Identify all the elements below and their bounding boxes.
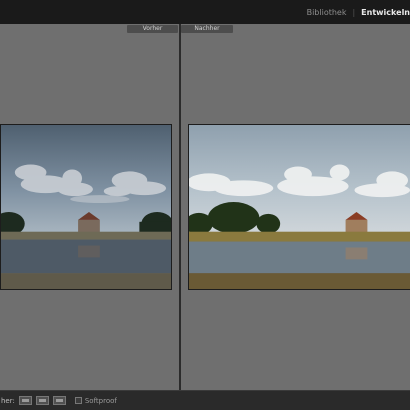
before-photo[interactable] bbox=[0, 124, 172, 290]
after-photo[interactable] bbox=[188, 124, 410, 290]
before-pane: Vorher bbox=[0, 24, 179, 390]
softproof-checkbox[interactable] bbox=[74, 397, 82, 404]
after-pane: Nachher bbox=[181, 24, 410, 390]
view-top-bottom-icon[interactable] bbox=[35, 396, 49, 405]
bottom-toolbar: her: Softproof bbox=[0, 390, 410, 410]
module-nav: Bibliothek | Entwickeln bbox=[307, 0, 410, 24]
after-label: Nachher bbox=[181, 25, 233, 33]
before-label: Vorher bbox=[127, 25, 178, 33]
module-library[interactable]: Bibliothek bbox=[307, 8, 347, 17]
before-image bbox=[1, 125, 171, 289]
view-left-right-icon[interactable] bbox=[18, 396, 32, 405]
view-mode-label: her: bbox=[1, 396, 15, 405]
compare-view: Vorher Nachher bbox=[0, 24, 410, 390]
after-image bbox=[189, 125, 410, 289]
module-separator: | bbox=[352, 7, 356, 17]
module-bar: Bibliothek | Entwickeln bbox=[0, 0, 410, 24]
softproof-label: Softproof bbox=[84, 396, 117, 405]
view-split-icon[interactable] bbox=[52, 396, 66, 405]
module-develop[interactable]: Entwickeln bbox=[361, 8, 410, 17]
